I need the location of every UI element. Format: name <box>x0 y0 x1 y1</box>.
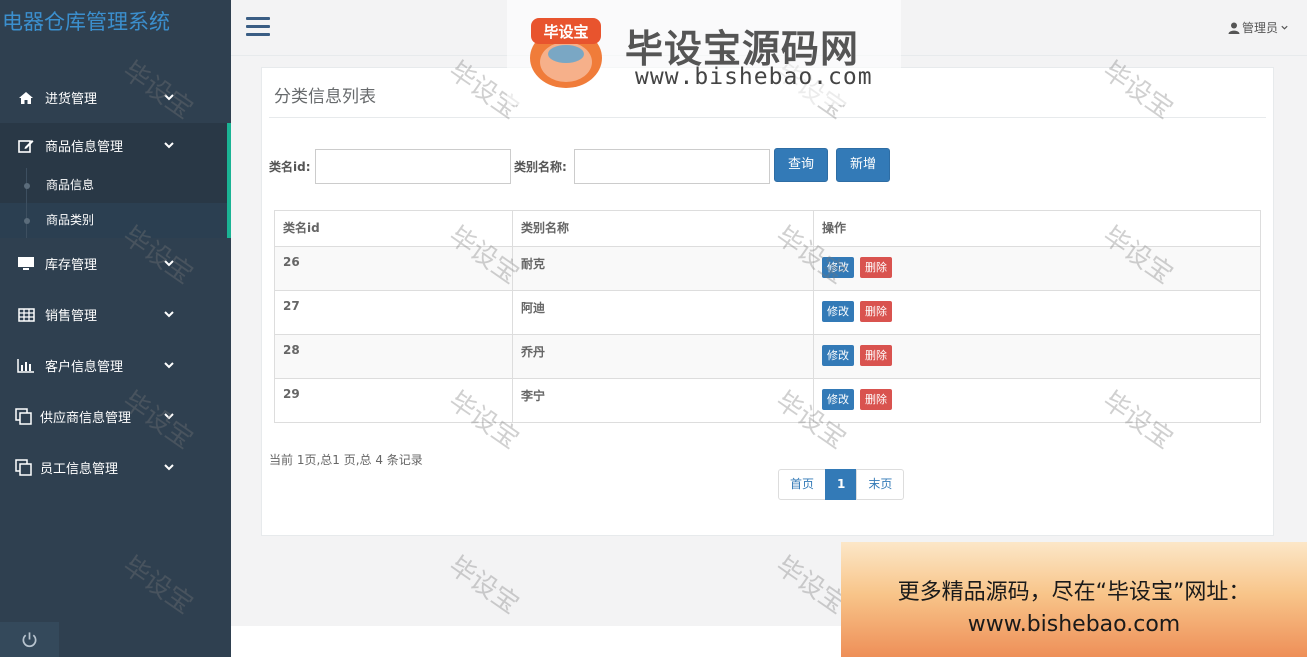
delete-button[interactable]: 删除 <box>860 257 892 278</box>
table-icon <box>16 307 36 323</box>
table-row: 28 乔丹 修改 删除 <box>274 334 1261 379</box>
sidebar-item-label: 供应商信息管理 <box>40 411 132 426</box>
first-page-button[interactable]: 首页 <box>778 469 827 500</box>
delete-button[interactable]: 删除 <box>860 301 892 322</box>
copy-icon <box>14 408 34 425</box>
table-header-row: 类名id 类别名称 操作 <box>274 210 1261 247</box>
home-icon <box>16 90 36 106</box>
sidebar-item-product-category[interactable]: 商品类别 <box>0 203 227 238</box>
table-row: 27 阿迪 修改 删除 <box>274 290 1261 335</box>
edit-button[interactable]: 修改 <box>822 345 854 366</box>
category-name-input[interactable] <box>574 149 770 184</box>
column-header-name: 类别名称 <box>512 210 814 247</box>
category-table: 类名id 类别名称 操作 26 耐克 修改删除 27 阿迪 修改删除 28 <box>274 210 1261 423</box>
edit-button[interactable]: 修改 <box>822 301 854 322</box>
add-button[interactable]: 新增 <box>836 148 890 182</box>
hamburger-bar <box>246 25 270 28</box>
sidebar-item-product-info[interactable]: 商品信息管理 <box>0 123 231 168</box>
cell-name: 耐克 <box>512 246 814 291</box>
chevron-down-icon <box>164 142 174 149</box>
ad-banner: 更多精品源码，尽在“毕设宝”网址： www.bishebao.com <box>841 542 1307 657</box>
category-id-input[interactable] <box>315 149 511 184</box>
cell-id: 29 <box>274 378 513 423</box>
pagination: 首页 1 末页 <box>778 469 905 500</box>
chevron-down-icon <box>164 260 174 267</box>
column-header-id: 类名id <box>274 210 513 247</box>
hamburger-bar <box>246 17 270 20</box>
divider <box>269 117 1266 118</box>
sidebar-item-label: 员工信息管理 <box>40 462 119 477</box>
cell-name: 李宁 <box>512 378 814 423</box>
sidebar-item-purchase[interactable]: 进货管理 <box>0 72 231 123</box>
user-name: 管理员 <box>1241 21 1278 35</box>
sidebar-item-customers[interactable]: 客户信息管理 <box>0 340 231 391</box>
logo-url: www.bishebao.com <box>635 64 873 90</box>
category-name-label: 类别名称: <box>514 160 567 174</box>
page-number-button[interactable]: 1 <box>825 469 858 500</box>
hamburger-bar <box>246 33 270 36</box>
delete-button[interactable]: 删除 <box>860 345 892 366</box>
bullet-icon <box>24 218 30 224</box>
logout-button[interactable] <box>0 622 59 657</box>
sidebar-item-inventory[interactable]: 库存管理 <box>0 238 231 289</box>
sidebar-item-label: 商品信息管理 <box>45 140 124 155</box>
sidebar-item-employees[interactable]: 员工信息管理 <box>0 442 231 493</box>
cell-actions: 修改 删除 <box>813 378 1261 423</box>
app-title: 电器仓库管理系统 <box>2 10 170 34</box>
cell-actions: 修改 删除 <box>813 334 1261 379</box>
menu-toggle-button[interactable] <box>246 17 270 39</box>
ad-url: www.bishebao.com <box>967 612 1181 637</box>
sidebar-item-label: 库存管理 <box>45 258 98 273</box>
main-content: 分类信息列表 类名id: 类别名称: 查询 新增 类名id 类别名称 操作 26… <box>231 56 1307 626</box>
sidebar: 电器仓库管理系统 进货管理 商品信息管理 商品信息 商品类别 库存管理 销售管理… <box>0 0 231 657</box>
table-row: 26 耐克 修改 删除 <box>274 246 1261 291</box>
chevron-down-icon <box>164 464 174 471</box>
query-button[interactable]: 查询 <box>774 148 828 182</box>
category-panel: 分类信息列表 类名id: 类别名称: 查询 新增 类名id 类别名称 操作 26… <box>261 67 1274 536</box>
cell-id: 27 <box>274 290 513 335</box>
category-id-label: 类名id: <box>269 160 311 174</box>
sidebar-item-label: 商品类别 <box>46 213 95 227</box>
cell-actions: 修改 删除 <box>813 246 1261 291</box>
bullet-icon <box>24 183 30 189</box>
records-summary: 当前 1页,总1 页,总 4 条记录 <box>269 453 423 467</box>
sidebar-item-label: 进货管理 <box>45 92 98 107</box>
copy-icon <box>14 459 34 476</box>
user-icon <box>1228 22 1240 34</box>
delete-button[interactable]: 删除 <box>860 389 892 410</box>
logo-badge-text: 毕设宝 <box>543 23 588 41</box>
chevron-down-icon <box>164 362 174 369</box>
cell-name: 乔丹 <box>512 334 814 379</box>
power-icon <box>22 632 37 647</box>
page-title: 分类信息列表 <box>274 87 376 107</box>
bar-chart-icon <box>16 358 36 374</box>
logo-mascot-icon: 毕设宝 <box>530 18 602 88</box>
chevron-down-icon <box>1281 25 1288 30</box>
sidebar-item-label: 客户信息管理 <box>45 360 124 375</box>
chevron-down-icon <box>164 94 174 101</box>
sidebar-item-suppliers[interactable]: 供应商信息管理 <box>0 391 231 442</box>
chevron-down-icon <box>164 311 174 318</box>
cell-id: 28 <box>274 334 513 379</box>
ad-headline: 更多精品源码，尽在“毕设宝”网址： <box>897 580 1251 605</box>
cell-id: 26 <box>274 246 513 291</box>
sidebar-item-sales[interactable]: 销售管理 <box>0 289 231 340</box>
column-header-actions: 操作 <box>813 210 1261 247</box>
sidebar-item-label: 商品信息 <box>46 178 95 192</box>
site-logo: 毕设宝 毕设宝源码网 www.bishebao.com <box>507 0 901 105</box>
table-row: 29 李宁 修改 删除 <box>274 378 1261 423</box>
cell-name: 阿迪 <box>512 290 814 335</box>
cell-actions: 修改 删除 <box>813 290 1261 335</box>
desktop-icon <box>16 256 36 272</box>
sidebar-item-product-list[interactable]: 商品信息 <box>0 168 227 203</box>
edit-icon <box>16 138 36 154</box>
edit-button[interactable]: 修改 <box>822 389 854 410</box>
submenu-product-info: 商品信息 商品类别 <box>0 168 231 238</box>
last-page-button[interactable]: 末页 <box>856 469 905 500</box>
user-menu[interactable]: 管理员 <box>1228 19 1289 36</box>
edit-button[interactable]: 修改 <box>822 257 854 278</box>
sidebar-item-label: 销售管理 <box>45 309 98 324</box>
chevron-down-icon <box>164 413 174 420</box>
sidebar-nav: 进货管理 商品信息管理 商品信息 商品类别 库存管理 销售管理 客户信息管理 供… <box>0 72 231 493</box>
